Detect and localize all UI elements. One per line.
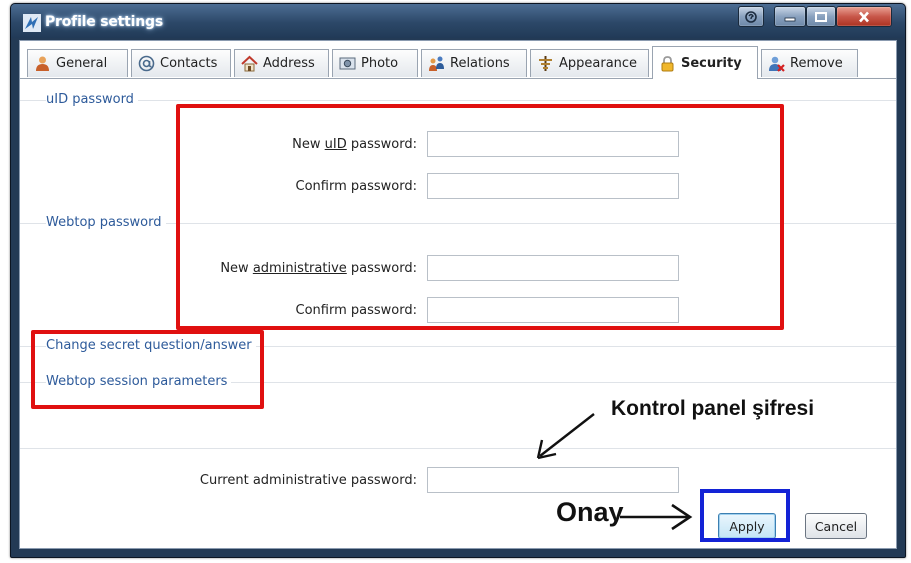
annotation-onay-text: Onay <box>556 497 624 527</box>
dialog-body: General Contacts Address Photo Relations… <box>19 40 897 549</box>
tab-label: Photo <box>361 56 399 71</box>
annotation-arrow-down-left <box>536 413 595 460</box>
section-divider <box>20 100 896 101</box>
profile-settings-window: Profile settings General Contacts Addres… <box>10 3 906 558</box>
tab-photo[interactable]: Photo <box>332 49 418 77</box>
apply-button[interactable]: Apply <box>718 513 776 539</box>
cancel-button[interactable]: Cancel <box>805 513 867 539</box>
confirm-admin-password-input[interactable] <box>427 297 679 323</box>
help-icon <box>745 10 757 23</box>
house-icon <box>241 55 258 72</box>
remove-user-icon <box>769 56 785 72</box>
minimize-button[interactable] <box>774 6 806 27</box>
lock-icon <box>661 55 674 71</box>
minimize-icon <box>784 17 796 21</box>
current-admin-password-input[interactable] <box>427 467 679 493</box>
confirm-admin-password-label: Confirm password: <box>295 303 417 318</box>
close-icon <box>859 11 869 22</box>
new-admin-password-input[interactable] <box>427 255 679 281</box>
close-button[interactable] <box>836 6 892 27</box>
tab-label: Relations <box>450 56 510 71</box>
window-title: Profile settings <box>45 14 163 30</box>
tab-label: Contacts <box>160 56 218 71</box>
tab-general[interactable]: General <box>27 49 128 77</box>
section-secret-question-link[interactable]: Change secret question/answer <box>46 338 256 353</box>
title-bar[interactable]: Profile settings <box>11 4 905 38</box>
tab-label: General <box>56 56 108 71</box>
tab-appearance[interactable]: Appearance <box>530 49 649 77</box>
tab-bar: General Contacts Address Photo Relations… <box>20 41 896 81</box>
tab-label: Remove <box>790 56 843 71</box>
section-uid-password: uID password <box>46 92 138 107</box>
help-button[interactable] <box>738 6 764 27</box>
section-webtop-password: Webtop password <box>46 215 166 230</box>
tab-security[interactable]: Security <box>652 46 758 79</box>
annotation-kontrol-panel-text: Kontrol panel şifresi <box>611 397 815 420</box>
relations-icon <box>429 56 444 71</box>
tab-label: Address <box>263 56 315 71</box>
tab-remove[interactable]: Remove <box>761 49 858 77</box>
at-sign-icon <box>138 55 155 72</box>
current-admin-password-label: Current administrative password: <box>199 473 417 488</box>
user-icon <box>36 56 49 71</box>
new-admin-password-label: New administrative password: <box>220 261 417 276</box>
tab-contacts[interactable]: Contacts <box>131 49 231 77</box>
section-divider <box>20 448 896 449</box>
tab-label: Appearance <box>559 56 638 71</box>
confirm-uid-password-input[interactable] <box>427 173 679 199</box>
photo-icon <box>339 57 356 70</box>
app-icon <box>23 14 41 32</box>
tab-relations[interactable]: Relations <box>421 49 527 77</box>
tab-address[interactable]: Address <box>234 49 329 77</box>
appearance-icon <box>539 56 552 71</box>
tab-divider <box>20 78 896 79</box>
maximize-icon <box>815 11 827 22</box>
new-uid-password-input[interactable] <box>427 131 679 157</box>
confirm-uid-password-label: Confirm password: <box>295 179 417 194</box>
new-uid-password-label: New uID password: <box>292 137 417 152</box>
annotation-arrow-right <box>620 503 693 531</box>
maximize-button[interactable] <box>806 6 836 27</box>
section-session-parameters-link[interactable]: Webtop session parameters <box>46 374 232 389</box>
tab-label: Security <box>681 55 742 71</box>
